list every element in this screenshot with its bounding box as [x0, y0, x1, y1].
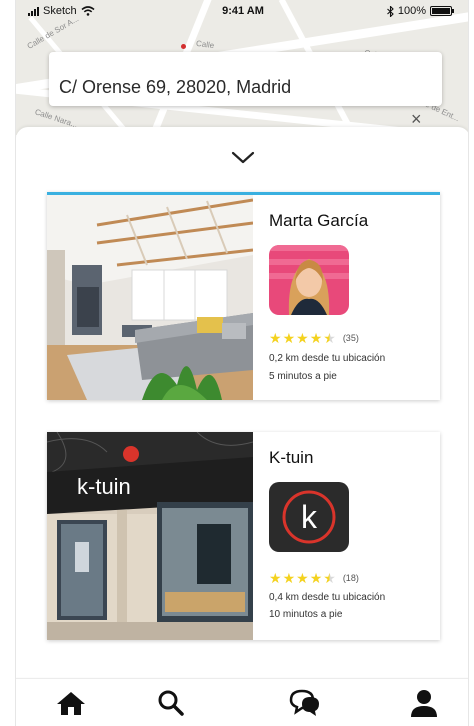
- star-icon: ★: [309, 570, 323, 586]
- nav-profile[interactable]: [407, 687, 441, 719]
- half-star-icon: ★: [323, 330, 336, 346]
- address-input[interactable]: [49, 52, 442, 106]
- star-icon: ★: [309, 330, 323, 346]
- star-icon: ★: [282, 330, 296, 346]
- star-icon: ★: [282, 570, 296, 586]
- distance-text: 0,4 km desde tu ubicación: [269, 592, 386, 603]
- battery-icon: [430, 6, 454, 16]
- listing-photo: [47, 195, 253, 400]
- nav-search[interactable]: [154, 687, 188, 719]
- map-street-label: Calle: [195, 38, 215, 51]
- review-count: (18): [342, 573, 359, 583]
- listing-photo: k-tuin: [47, 432, 253, 640]
- listing-info: K-tuin k ★ ★ ★ ★ ★ (18) 0,4 km desde tu …: [269, 432, 432, 640]
- listing-info: Marta García ★ ★ ★ ★ ★ (35) 0,2 km desde…: [269, 195, 432, 400]
- close-icon[interactable]: ×: [411, 110, 422, 128]
- battery-percent: 100%: [397, 5, 426, 17]
- distance-text: 0,2 km desde tu ubicación: [269, 353, 386, 364]
- review-count: (35): [342, 333, 359, 343]
- listing-card[interactable]: k-tuin K-tuin k ★ ★ ★ ★ ★ (18) 0,4 km de…: [47, 432, 440, 640]
- home-icon: [57, 692, 85, 715]
- map-pin-icon: [181, 44, 186, 49]
- chat-icon: [289, 689, 319, 716]
- nav-chat[interactable]: [288, 687, 322, 719]
- star-rating: ★ ★ ★ ★ ★ (18): [269, 571, 359, 585]
- star-icon: ★: [296, 570, 309, 586]
- store-logo: k: [269, 482, 349, 552]
- listing-name: K-tuin: [269, 448, 314, 467]
- app-frame: Calle de Sor A... Calle Calle de la Call…: [15, 0, 469, 726]
- star-icon: ★: [269, 330, 282, 346]
- nav-home[interactable]: [54, 687, 88, 719]
- listing-name: Marta García: [269, 211, 369, 230]
- chevron-down-icon[interactable]: [229, 148, 257, 166]
- store-sign-text: k-tuin: [77, 474, 131, 499]
- status-bar: Sketch 9:41 AM 100%: [16, 0, 468, 22]
- avatar: [269, 245, 349, 315]
- star-rating: ★ ★ ★ ★ ★ (35): [269, 331, 359, 345]
- listing-card[interactable]: Marta García ★ ★ ★ ★ ★ (35) 0,2 km desde…: [47, 192, 440, 400]
- profile-icon: [411, 690, 437, 717]
- bottom-nav: [16, 678, 468, 726]
- star-icon: ★: [296, 330, 309, 346]
- walk-time-text: 5 minutos a pie: [269, 371, 337, 382]
- walk-time-text: 10 minutos a pie: [269, 609, 343, 620]
- half-star-icon: ★: [323, 570, 336, 586]
- store-logo-letter: k: [301, 499, 318, 535]
- bluetooth-icon: [386, 5, 394, 17]
- search-icon: [158, 690, 184, 716]
- star-icon: ★: [269, 570, 282, 586]
